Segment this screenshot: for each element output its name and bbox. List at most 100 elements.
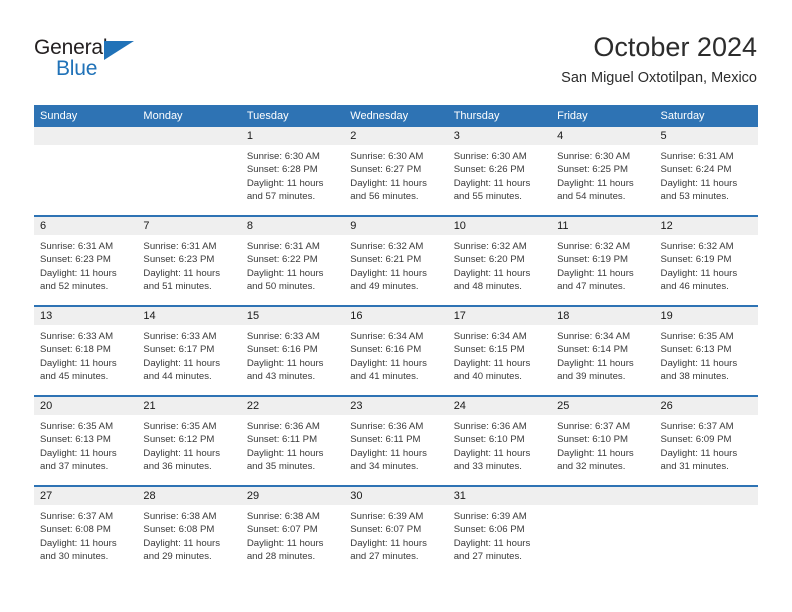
daylight-text: Daylight: 11 hours and 39 minutes.	[557, 357, 634, 383]
page-header: General Blue October 2024 San Miguel Oxt…	[0, 0, 792, 100]
sunrise-text: Sunrise: 6:39 AM	[350, 511, 424, 522]
day-number: 26	[654, 397, 758, 415]
calendar-day-cell[interactable]: 19 Sunrise: 6:35 AM Sunset: 6:13 PM Dayl…	[654, 305, 758, 396]
sunset-text: Sunset: 6:14 PM	[557, 344, 629, 356]
sunset-text: Sunset: 6:25 PM	[557, 164, 629, 176]
calendar-day-cell[interactable]: 31 Sunrise: 6:39 AM Sunset: 6:06 PM Dayl…	[447, 485, 552, 575]
sunset-text: Sunset: 6:26 PM	[453, 164, 525, 176]
day-number	[34, 127, 138, 145]
day-number: 29	[240, 487, 345, 505]
sunrise-text: Sunrise: 6:33 AM	[246, 331, 320, 342]
sunrise-text: Sunrise: 6:34 AM	[453, 331, 527, 342]
weekday-header-row: Sunday Monday Tuesday Wednesday Thursday…	[34, 105, 758, 127]
calendar-day-cell[interactable]: 4 Sunrise: 6:30 AM Sunset: 6:25 PM Dayli…	[551, 127, 655, 216]
sunrise-text: Sunrise: 6:38 AM	[246, 511, 320, 522]
calendar-day-cell[interactable]: 9 Sunrise: 6:32 AM Sunset: 6:21 PM Dayli…	[344, 215, 448, 306]
day-number: 30	[344, 487, 448, 505]
sunset-text: Sunset: 6:12 PM	[143, 434, 215, 446]
daylight-text: Daylight: 11 hours and 55 minutes.	[453, 177, 531, 203]
day-details: Sunrise: 6:37 AM Sunset: 6:10 PM Dayligh…	[551, 415, 654, 474]
calendar-day-cell[interactable]: 24 Sunrise: 6:36 AM Sunset: 6:10 PM Dayl…	[447, 395, 552, 486]
day-number: 14	[137, 307, 241, 325]
calendar-day-cell[interactable]: 29 Sunrise: 6:38 AM Sunset: 6:07 PM Dayl…	[240, 485, 345, 575]
daylight-text: Daylight: 11 hours and 50 minutes.	[246, 267, 324, 293]
calendar-day-cell[interactable]: 13 Sunrise: 6:33 AM Sunset: 6:18 PM Dayl…	[34, 305, 138, 396]
calendar-week-row: 13 Sunrise: 6:33 AM Sunset: 6:18 PM Dayl…	[34, 305, 758, 396]
sunrise-text: Sunrise: 6:32 AM	[660, 241, 734, 252]
calendar-day-cell[interactable]: 21 Sunrise: 6:35 AM Sunset: 6:12 PM Dayl…	[137, 395, 241, 486]
calendar-day-cell[interactable]: 27 Sunrise: 6:37 AM Sunset: 6:08 PM Dayl…	[34, 485, 138, 575]
calendar-day-cell[interactable]: 30 Sunrise: 6:39 AM Sunset: 6:07 PM Dayl…	[344, 485, 448, 575]
sunrise-text: Sunrise: 6:31 AM	[143, 241, 217, 252]
sunset-text: Sunset: 6:10 PM	[453, 434, 525, 446]
calendar-day-cell[interactable]: 15 Sunrise: 6:33 AM Sunset: 6:16 PM Dayl…	[240, 305, 345, 396]
daylight-text: Daylight: 11 hours and 49 minutes.	[350, 267, 427, 293]
sunrise-text: Sunrise: 6:32 AM	[350, 241, 424, 252]
calendar-day-cell[interactable]: 14 Sunrise: 6:33 AM Sunset: 6:17 PM Dayl…	[137, 305, 241, 396]
calendar-day-cell[interactable]: 2 Sunrise: 6:30 AM Sunset: 6:27 PM Dayli…	[344, 127, 448, 216]
day-number: 24	[447, 397, 552, 415]
sunrise-text: Sunrise: 6:35 AM	[660, 331, 734, 342]
day-number: 27	[34, 487, 138, 505]
daylight-text: Daylight: 11 hours and 36 minutes.	[143, 447, 221, 473]
sunset-text: Sunset: 6:18 PM	[40, 344, 111, 356]
sunrise-text: Sunrise: 6:39 AM	[453, 511, 527, 522]
day-details	[655, 505, 758, 510]
calendar-day-cell[interactable]: 26 Sunrise: 6:37 AM Sunset: 6:09 PM Dayl…	[654, 395, 758, 486]
day-number: 4	[551, 127, 655, 145]
daylight-text: Daylight: 11 hours and 34 minutes.	[350, 447, 427, 473]
calendar-day-cell[interactable]	[34, 127, 138, 216]
calendar-day-cell[interactable]: 25 Sunrise: 6:37 AM Sunset: 6:10 PM Dayl…	[551, 395, 655, 486]
page-subtitle-location: San Miguel Oxtotilpan, Mexico	[561, 70, 757, 86]
calendar-day-cell[interactable]: 1 Sunrise: 6:30 AM Sunset: 6:28 PM Dayli…	[240, 127, 345, 216]
calendar-day-cell[interactable]: 18 Sunrise: 6:34 AM Sunset: 6:14 PM Dayl…	[551, 305, 655, 396]
day-number: 10	[447, 217, 552, 235]
sunrise-text: Sunrise: 6:31 AM	[40, 241, 114, 252]
calendar-day-cell[interactable]: 11 Sunrise: 6:32 AM Sunset: 6:19 PM Dayl…	[551, 215, 655, 306]
daylight-text: Daylight: 11 hours and 43 minutes.	[246, 357, 324, 383]
calendar-day-cell[interactable]: 28 Sunrise: 6:38 AM Sunset: 6:08 PM Dayl…	[137, 485, 241, 575]
calendar-day-cell[interactable]: 5 Sunrise: 6:31 AM Sunset: 6:24 PM Dayli…	[654, 127, 758, 216]
calendar-day-cell[interactable]	[551, 485, 655, 575]
general-blue-logo: General Blue	[34, 36, 164, 84]
calendar-day-cell[interactable]: 12 Sunrise: 6:32 AM Sunset: 6:19 PM Dayl…	[654, 215, 758, 306]
day-details: Sunrise: 6:34 AM Sunset: 6:14 PM Dayligh…	[551, 325, 654, 384]
day-number: 31	[447, 487, 552, 505]
day-number	[551, 487, 655, 505]
calendar-day-cell[interactable]: 8 Sunrise: 6:31 AM Sunset: 6:22 PM Dayli…	[240, 215, 345, 306]
day-number: 22	[240, 397, 345, 415]
day-details: Sunrise: 6:34 AM Sunset: 6:15 PM Dayligh…	[448, 325, 551, 384]
calendar-day-cell[interactable]: 16 Sunrise: 6:34 AM Sunset: 6:16 PM Dayl…	[344, 305, 448, 396]
day-number: 7	[137, 217, 241, 235]
weekday-header-thursday: Thursday	[447, 105, 552, 127]
daylight-text: Daylight: 11 hours and 41 minutes.	[350, 357, 427, 383]
day-details: Sunrise: 6:30 AM Sunset: 6:28 PM Dayligh…	[241, 145, 344, 204]
sunset-text: Sunset: 6:23 PM	[40, 254, 111, 266]
calendar-week-row: 6 Sunrise: 6:31 AM Sunset: 6:23 PM Dayli…	[34, 215, 758, 306]
calendar-day-cell[interactable]: 10 Sunrise: 6:32 AM Sunset: 6:20 PM Dayl…	[447, 215, 552, 306]
title-block: October 2024 San Miguel Oxtotilpan, Mexi…	[561, 30, 757, 89]
calendar-day-cell[interactable]	[137, 127, 241, 216]
sunset-text: Sunset: 6:28 PM	[246, 164, 318, 176]
sunset-text: Sunset: 6:07 PM	[246, 524, 318, 536]
day-number: 23	[344, 397, 448, 415]
weekday-header-wednesday: Wednesday	[344, 105, 448, 127]
calendar-day-cell[interactable]: 23 Sunrise: 6:36 AM Sunset: 6:11 PM Dayl…	[344, 395, 448, 486]
calendar-day-cell[interactable]	[654, 485, 758, 575]
sunrise-sunset-calendar: Sunday Monday Tuesday Wednesday Thursday…	[34, 105, 758, 575]
calendar-day-cell[interactable]: 22 Sunrise: 6:36 AM Sunset: 6:11 PM Dayl…	[240, 395, 345, 486]
day-details	[137, 145, 240, 150]
daylight-text: Daylight: 11 hours and 28 minutes.	[246, 537, 324, 563]
calendar-day-cell[interactable]: 6 Sunrise: 6:31 AM Sunset: 6:23 PM Dayli…	[34, 215, 138, 306]
calendar-day-cell[interactable]: 17 Sunrise: 6:34 AM Sunset: 6:15 PM Dayl…	[447, 305, 552, 396]
day-details: Sunrise: 6:38 AM Sunset: 6:08 PM Dayligh…	[137, 505, 240, 564]
calendar-day-cell[interactable]: 7 Sunrise: 6:31 AM Sunset: 6:23 PM Dayli…	[137, 215, 241, 306]
sunset-text: Sunset: 6:07 PM	[350, 524, 422, 536]
sunrise-text: Sunrise: 6:30 AM	[350, 151, 424, 162]
daylight-text: Daylight: 11 hours and 44 minutes.	[143, 357, 221, 383]
calendar-day-cell[interactable]: 3 Sunrise: 6:30 AM Sunset: 6:26 PM Dayli…	[447, 127, 552, 216]
day-details: Sunrise: 6:33 AM Sunset: 6:16 PM Dayligh…	[241, 325, 344, 384]
day-details: Sunrise: 6:31 AM Sunset: 6:22 PM Dayligh…	[241, 235, 344, 294]
calendar-day-cell[interactable]: 20 Sunrise: 6:35 AM Sunset: 6:13 PM Dayl…	[34, 395, 138, 486]
daylight-text: Daylight: 11 hours and 54 minutes.	[557, 177, 634, 203]
